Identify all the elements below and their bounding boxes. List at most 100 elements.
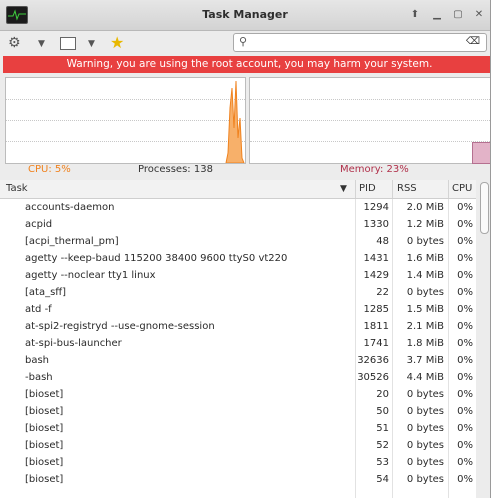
sort-chevron-down-icon[interactable]: ▼ [340,184,347,194]
move-up-icon[interactable]: ⬆ [408,8,422,22]
task-name: -bash [25,372,53,383]
table-row[interactable]: [acpi_thermal_pm] 48 0 bytes 0% [0,233,476,250]
task-cpu: 0% [457,389,473,400]
task-name: at-spi2-registryd --use-gnome-session [25,321,215,332]
task-name: accounts-daemon [25,202,115,213]
task-cpu: 0% [457,372,473,383]
task-pid: 22 [376,287,389,298]
table-row[interactable]: -bash 30526 4.4 MiB 0% [0,369,476,386]
table-row[interactable]: at-spi-bus-launcher 1741 1.8 MiB 0% [0,335,476,352]
task-name: agetty --noclear tty1 linux [25,270,156,281]
task-pid: 52 [376,440,389,451]
column-cpu[interactable]: CPU [452,183,472,194]
table-row[interactable]: bash 32636 3.7 MiB 0% [0,352,476,369]
task-pid: 30526 [357,372,389,383]
scrollbar-thumb[interactable] [480,182,489,234]
table-row[interactable]: at-spi2-registryd --use-gnome-session 181… [0,318,476,335]
window-view-icon[interactable] [60,37,76,50]
task-name: atd -f [25,304,52,315]
maximize-icon[interactable]: ▢ [451,8,465,22]
task-rss: 0 bytes [406,236,444,247]
task-rss: 1.2 MiB [406,219,444,230]
table-row[interactable]: [bioset] 20 0 bytes 0% [0,386,476,403]
task-cpu: 0% [457,219,473,230]
task-pid: 54 [376,474,389,485]
root-warning-banner: Warning, you are using the root account,… [3,56,490,73]
task-rss: 0 bytes [406,287,444,298]
task-cpu: 0% [457,321,473,332]
table-row[interactable]: acpid 1330 1.2 MiB 0% [0,216,476,233]
task-rss: 1.8 MiB [406,338,444,349]
table-row[interactable]: atd -f 1285 1.5 MiB 0% [0,301,476,318]
column-task[interactable]: Task [6,183,28,194]
task-rss: 0 bytes [406,474,444,485]
table-row[interactable]: [bioset] 50 0 bytes 0% [0,403,476,420]
search-icon: ⚲ [239,35,248,48]
task-name: [bioset] [25,423,64,434]
task-pid: 1330 [363,219,389,230]
table-row[interactable]: agetty --keep-baud 115200 38400 9600 tty… [0,250,476,267]
process-list: accounts-daemon 1294 2.0 MiB 0% acpid 1330 1.2… [0,199,476,498]
task-cpu: 0% [457,355,473,366]
task-name: [ata_sff] [25,287,67,298]
task-pid: 20 [376,389,389,400]
minimize-icon[interactable]: ▁ [430,8,444,22]
table-row[interactable]: [bioset] 51 0 bytes 0% [0,420,476,437]
vertical-scrollbar[interactable] [477,180,490,498]
task-cpu: 0% [457,474,473,485]
table-row[interactable]: [ata_sff] 22 0 bytes 0% [0,284,476,301]
task-pid: 50 [376,406,389,417]
task-rss: 0 bytes [406,440,444,451]
task-cpu: 0% [457,253,473,264]
task-pid: 51 [376,423,389,434]
task-pid: 1431 [363,253,389,264]
task-rss: 0 bytes [406,457,444,468]
close-icon[interactable]: ✕ [472,8,486,22]
task-rss: 0 bytes [406,423,444,434]
task-cpu: 0% [457,202,473,213]
task-name: [bioset] [25,474,64,485]
task-rss: 4.4 MiB [406,372,444,383]
task-pid: 48 [376,236,389,247]
task-name: [bioset] [25,457,64,468]
title-bar[interactable]: Task Manager ⬆ ▁ ▢ ✕ [0,0,490,31]
gears-icon[interactable]: ⚙ [8,35,21,51]
task-name: [bioset] [25,389,64,400]
task-name: acpid [25,219,53,230]
search-input[interactable]: ⚲ ⌫ [233,33,487,52]
star-icon[interactable]: ★ [110,33,124,52]
task-name: [acpi_thermal_pm] [25,236,119,247]
column-pid[interactable]: PID [359,183,376,194]
table-row[interactable]: [bioset] 54 0 bytes 0% [0,471,476,488]
cpu-label: CPU: 5% [28,164,71,175]
table-header: Task ▼ PID RSS CPU [0,180,476,199]
task-pid: 1294 [363,202,389,213]
task-rss: 0 bytes [406,389,444,400]
table-row[interactable]: [bioset] 52 0 bytes 0% [0,437,476,454]
column-rss[interactable]: RSS [397,183,417,194]
table-row[interactable]: accounts-daemon 1294 2.0 MiB 0% [0,199,476,216]
memory-graph [249,77,490,164]
task-rss: 0 bytes [406,406,444,417]
table-row[interactable]: agetty --noclear tty1 linux 1429 1.4 MiB 0% [0,267,476,284]
task-pid: 1811 [363,321,389,332]
task-pid: 1429 [363,270,389,281]
task-cpu: 0% [457,440,473,451]
table-row[interactable]: [bioset] 53 0 bytes 0% [0,454,476,471]
view-dropdown-icon[interactable]: ▼ [88,39,95,49]
settings-dropdown-icon[interactable]: ▼ [38,39,45,49]
task-name: bash [25,355,50,366]
task-rss: 3.7 MiB [406,355,444,366]
task-name: [bioset] [25,440,64,451]
task-cpu: 0% [457,304,473,315]
task-rss: 1.6 MiB [406,253,444,264]
task-rss: 2.0 MiB [406,202,444,213]
background-window-edge [491,0,499,498]
task-cpu: 0% [457,270,473,281]
processes-label: Processes: 138 [138,164,213,175]
task-cpu: 0% [457,406,473,417]
task-pid: 32636 [357,355,389,366]
task-pid: 1285 [363,304,389,315]
clear-search-icon[interactable]: ⌫ [466,36,480,47]
task-pid: 1741 [363,338,389,349]
